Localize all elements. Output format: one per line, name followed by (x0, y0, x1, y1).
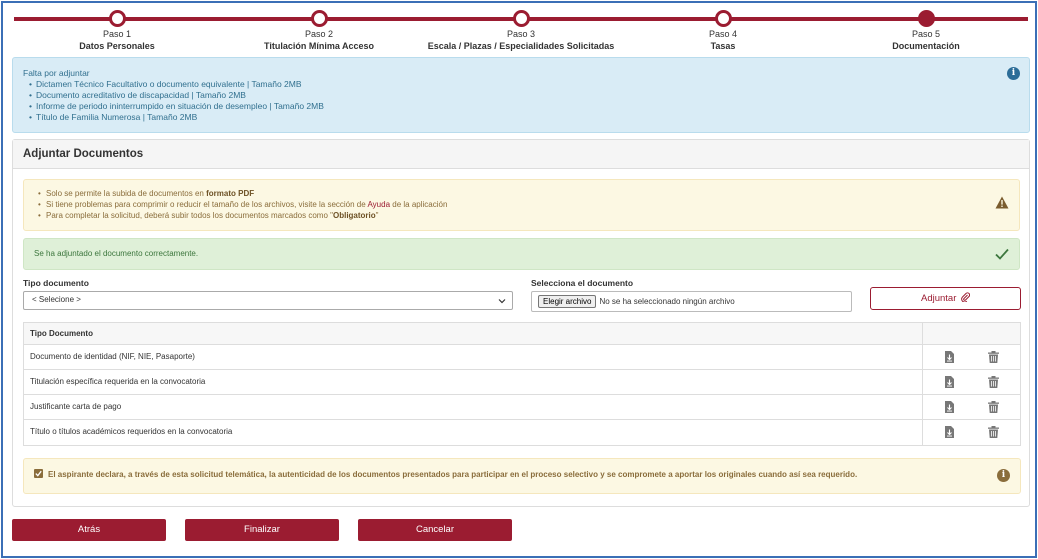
step-4-circle (714, 10, 732, 27)
panel-title: Adjuntar Documentos (13, 140, 1029, 169)
column-divider (922, 345, 923, 369)
table-row: Titulación específica requerida en la co… (24, 370, 1020, 395)
tipo-documento-label: Tipo documento (23, 278, 89, 288)
info-icon: i (1007, 67, 1020, 80)
pending-list: Dictamen Técnico Facultativo o documento… (23, 79, 1019, 123)
column-divider (922, 395, 923, 419)
rule-pdf-format: formato PDF (206, 189, 255, 198)
pending-title: Falta por adjuntar (23, 68, 90, 78)
rule-help-suffix: de la aplicación (390, 200, 448, 209)
column-divider (922, 420, 923, 445)
table-row: Título o títulos académicos requeridos e… (24, 420, 1020, 445)
declaration-text: El aspirante declara, a través de esta s… (48, 470, 858, 479)
document-type-cell: Documento de identidad (NIF, NIE, Pasapo… (30, 352, 195, 361)
step-5-name: Documentación (892, 41, 960, 51)
paperclip-icon (961, 292, 971, 303)
document-type-cell: Justificante carta de pago (30, 402, 122, 411)
warning-icon (995, 196, 1009, 209)
declaration-checkbox[interactable] (34, 469, 43, 478)
pending-item: Título de Familia Numerosa | Tamaño 2MB (29, 112, 1019, 123)
trash-icon[interactable] (988, 426, 999, 438)
help-link[interactable]: Ayuda (367, 200, 390, 209)
finish-button[interactable]: Finalizar (185, 519, 339, 541)
download-icon[interactable] (944, 426, 955, 438)
file-status: No se ha seleccionado ningún archivo (599, 297, 735, 306)
upload-rules-list: Solo se permite la subida de documentos … (34, 188, 1009, 221)
declaration-alert: El aspirante declara, a través de esta s… (23, 458, 1021, 494)
step-2-name: Titulación Mínima Acceso (263, 41, 375, 51)
info-icon: i (997, 469, 1010, 482)
document-type-cell: Título o títulos académicos requeridos e… (30, 427, 233, 436)
file-select-label: Selecciona el documento (531, 278, 634, 288)
step-2-circle (310, 10, 328, 27)
success-message: Se ha adjuntado el documento correctamen… (34, 249, 199, 258)
checkmark-icon (35, 470, 42, 477)
rule-help: Si tiene problemas para comprimir o redu… (38, 199, 1009, 210)
download-icon[interactable] (944, 376, 955, 388)
rule-mandatory-suffix: " (375, 211, 379, 220)
pending-item: Informe de periodo ininterrumpido en sit… (29, 101, 1019, 112)
table-header-row: Tipo Documento (24, 323, 1020, 345)
table-row: Documento de identidad (NIF, NIE, Pasapo… (24, 345, 1020, 370)
rule-pdf-text: Solo se permite la subida de documentos … (46, 189, 207, 198)
upload-success-alert: Se ha adjuntado el documento correctamen… (23, 238, 1020, 270)
trash-icon[interactable] (988, 376, 999, 388)
step-4-number: Paso 4 (708, 29, 738, 39)
table-row: Justificante carta de pago (24, 395, 1020, 420)
file-input[interactable]: Elegir archivo No se ha seleccionado ning… (531, 291, 852, 312)
trash-icon[interactable] (988, 401, 999, 413)
step-1-circle (108, 10, 126, 27)
step-3-name: Escala / Plazas / Especialidades Solicit… (427, 41, 615, 51)
step-1-name: Datos Personales (79, 41, 155, 51)
step-5-circle (917, 10, 935, 27)
download-icon[interactable] (944, 401, 955, 413)
pending-documents-alert: Falta por adjuntar Dictamen Técnico Facu… (12, 57, 1030, 133)
rule-mandatory-keyword: Obligatorio (332, 211, 376, 220)
column-divider (922, 370, 923, 394)
tipo-documento-select[interactable]: < Selecione > (23, 291, 513, 310)
pending-item: Documento acreditativo de discapacidad |… (29, 90, 1019, 101)
step-3[interactable]: Paso 3 Escala / Plazas / Especialidades … (401, 10, 641, 52)
download-icon[interactable] (944, 351, 955, 363)
adjuntar-button[interactable]: Adjuntar (870, 287, 1021, 310)
documents-table: Tipo Documento Documento de identidad (N… (23, 322, 1021, 446)
adjuntar-label: Adjuntar (920, 293, 957, 304)
step-4[interactable]: Paso 4 Tasas (623, 10, 823, 52)
trash-icon[interactable] (988, 351, 999, 363)
tipo-documento-value: < Selecione > (32, 295, 81, 304)
document-type-cell: Titulación específica requerida en la co… (30, 377, 206, 386)
tipo-documento-header: Tipo Documento (30, 329, 93, 338)
choose-file-button[interactable]: Elegir archivo (538, 295, 597, 308)
progress-stepper: Paso 1 Datos Personales Paso 2 Titulació… (14, 10, 1028, 54)
check-icon (995, 248, 1009, 260)
rule-pdf: Solo se permite la subida de documentos … (38, 188, 1009, 199)
pending-item: Dictamen Técnico Facultativo o documento… (29, 79, 1019, 90)
step-5-number: Paso 5 (911, 29, 941, 39)
cancel-button[interactable]: Cancelar (358, 519, 512, 541)
back-button[interactable]: Atrás (12, 519, 166, 541)
rule-mandatory: Para completar la solicitud, deberá subi… (38, 210, 1009, 221)
column-divider (922, 323, 923, 344)
upload-rules-alert: Solo se permite la subida de documentos … (23, 179, 1020, 231)
step-1[interactable]: Paso 1 Datos Personales (17, 10, 217, 52)
step-3-number: Paso 3 (506, 29, 536, 39)
step-3-circle (512, 10, 530, 27)
step-4-name: Tasas (710, 41, 736, 51)
step-1-number: Paso 1 (102, 29, 132, 39)
rule-mandatory-text: Para completar la solicitud, deberá subi… (46, 211, 333, 220)
rule-help-text: Si tiene problemas para comprimir o redu… (46, 200, 368, 209)
chevron-down-icon (498, 299, 506, 304)
step-2[interactable]: Paso 2 Titulación Mínima Acceso (219, 10, 419, 52)
step-5[interactable]: Paso 5 Documentación (826, 10, 1026, 52)
step-2-number: Paso 2 (304, 29, 334, 39)
attach-documents-panel: Adjuntar Documentos Solo se permite la s… (12, 139, 1030, 507)
